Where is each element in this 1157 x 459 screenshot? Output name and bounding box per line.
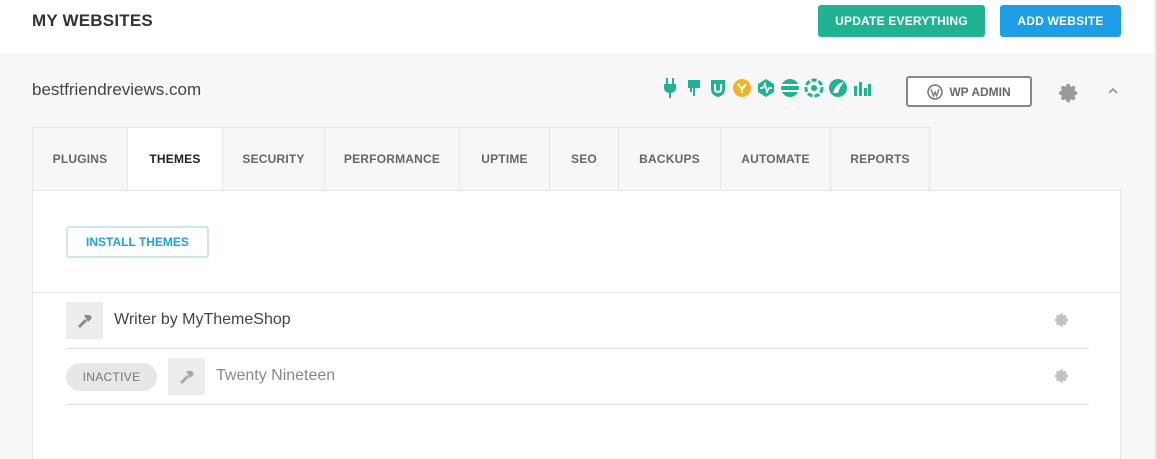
plugin-alt-icon[interactable] (684, 78, 704, 98)
app-page: MY WEBSITES UPDATE EVERYTHING ADD WEBSIT… (0, 0, 1157, 459)
theme-settings-gear-icon[interactable] (1054, 312, 1070, 328)
theme-thumbnail (168, 358, 205, 395)
top-bar: MY WEBSITES UPDATE EVERYTHING ADD WEBSIT… (0, 0, 1157, 53)
tab-seo[interactable]: SEO (550, 127, 619, 191)
plugin-icon[interactable] (660, 78, 680, 98)
reports-icon[interactable] (852, 78, 872, 98)
wordpress-icon (927, 83, 944, 100)
theme-thumbnail (66, 302, 103, 339)
security-shield-icon[interactable] (708, 78, 728, 98)
tab-automate[interactable]: AUTOMATE (721, 127, 831, 191)
theme-name: Writer by MyThemeShop (114, 311, 291, 328)
chevron-up-icon[interactable] (1106, 84, 1120, 98)
tab-security[interactable]: SECURITY (223, 127, 325, 191)
site-settings-gear-icon[interactable] (1058, 82, 1080, 104)
hammer-icon (77, 314, 92, 328)
tab-performance[interactable]: PERFORMANCE (325, 127, 460, 191)
tab-plugins[interactable]: PLUGINS (32, 127, 128, 191)
theme-row: Writer by MyThemeShop (66, 293, 1089, 349)
update-everything-button[interactable]: UPDATE EVERYTHING (818, 5, 985, 37)
performance-icon[interactable] (732, 78, 752, 98)
tab-themes[interactable]: THEMES (128, 127, 223, 191)
inactive-badge: INACTIVE (66, 363, 157, 391)
theme-settings-gear-icon[interactable] (1054, 368, 1070, 384)
tab-reports[interactable]: REPORTS (831, 127, 930, 191)
install-themes-button[interactable]: INSTALL THEMES (66, 226, 209, 258)
site-name[interactable]: bestfriendreviews.com (32, 80, 201, 100)
automate-icon[interactable] (828, 78, 848, 98)
site-tabs: PLUGINS THEMES SECURITY PERFORMANCE UPTI… (32, 127, 930, 191)
tab-uptime[interactable]: UPTIME (460, 127, 550, 191)
tab-backups[interactable]: BACKUPS (619, 127, 721, 191)
theme-row: INACTIVE Twenty Nineteen (66, 349, 1089, 405)
site-status-icons (660, 78, 872, 98)
seo-icon[interactable] (780, 78, 800, 98)
wp-admin-button[interactable]: WP ADMIN (906, 76, 1032, 107)
hammer-icon (179, 370, 194, 384)
page-title: MY WEBSITES (32, 11, 153, 30)
add-website-button[interactable]: ADD WEBSITE (1000, 5, 1121, 37)
backups-icon[interactable] (804, 78, 824, 98)
uptime-icon[interactable] (756, 78, 776, 98)
theme-name: Twenty Nineteen (216, 367, 336, 384)
wp-admin-label: WP ADMIN (949, 84, 1011, 99)
themes-panel: INSTALL THEMES Writer by MyThemeShop INA… (32, 190, 1121, 459)
